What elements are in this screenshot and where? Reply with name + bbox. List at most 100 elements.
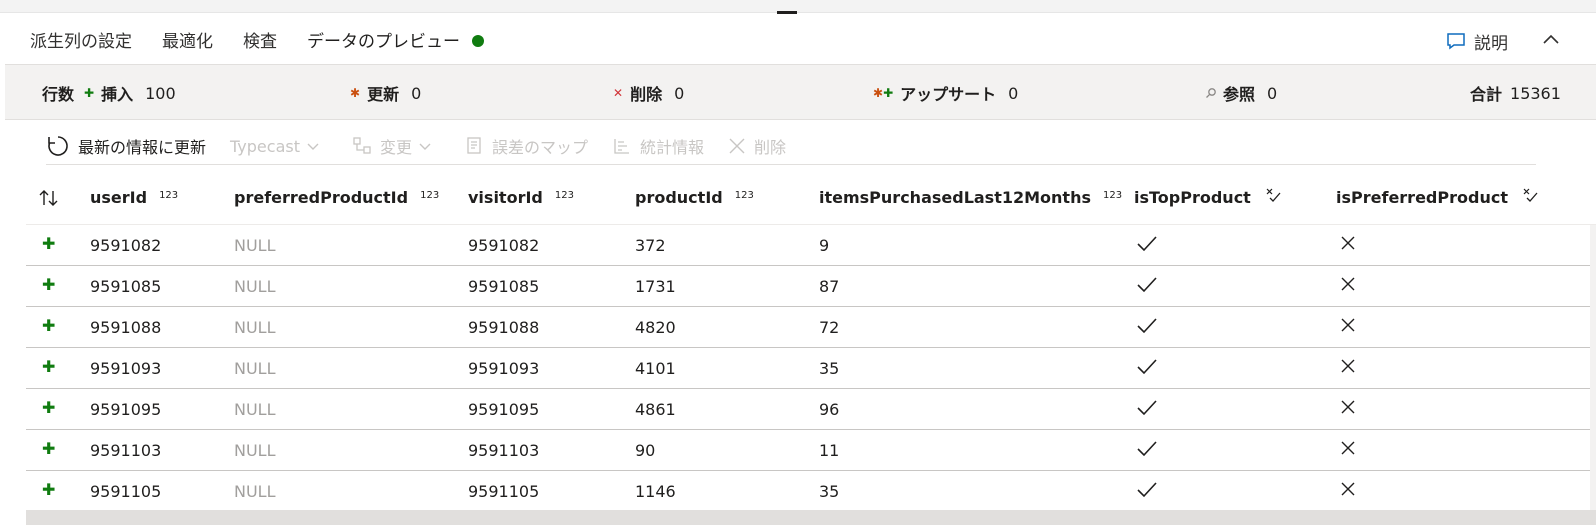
x-icon: ✕ <box>613 86 624 100</box>
chevron-down-icon <box>419 143 431 150</box>
plus-icon: ✚ <box>84 86 95 100</box>
tab-derived-column-settings[interactable]: 派生列の設定 <box>30 28 132 64</box>
cell-productId: 4861 <box>635 400 676 419</box>
cell-visitorId: 9591105 <box>468 482 540 501</box>
column-header-preferredProductId[interactable]: preferredProductId 123 <box>234 188 439 207</box>
cell-preferredProductId: NULL <box>234 441 276 460</box>
tab-inspect[interactable]: 検査 <box>243 28 277 64</box>
cell-visitorId: 9591095 <box>468 400 540 419</box>
help-label: 説明 <box>1474 33 1508 54</box>
column-name: visitorId <box>468 188 543 207</box>
modify-icon <box>353 137 371 154</box>
chevron-down-icon <box>307 143 319 150</box>
cell-visitorId: 9591093 <box>468 359 540 378</box>
error-map-button[interactable]: 誤差のマップ <box>464 134 588 158</box>
table-row[interactable]: ✚ 9591082 NULL 9591082 372 9 <box>26 225 1596 266</box>
statistics-icon <box>614 139 630 154</box>
column-header-itemsPurchasedLast12Months[interactable]: itemsPurchasedLast12Months 123 <box>819 188 1122 207</box>
typecast-dropdown[interactable]: Typecast <box>230 137 328 156</box>
tab-label: 派生列の設定 <box>30 32 132 52</box>
column-header-isTopProduct[interactable]: isTopProduct <box>1134 188 1283 207</box>
check-icon <box>1137 482 1157 498</box>
boolean-type-icon <box>1523 188 1538 202</box>
cell-userId: 9591082 <box>90 236 162 255</box>
column-header-visitorId[interactable]: visitorId 123 <box>468 188 574 207</box>
insert-row-icon: ✚ <box>42 234 56 253</box>
resize-handle[interactable] <box>777 11 797 14</box>
stat-total: 合計 15361 <box>1470 81 1561 105</box>
integer-type-icon: 123 <box>554 190 574 201</box>
delete-label: 削除 <box>630 85 663 104</box>
cross-icon <box>1341 236 1355 250</box>
cell-userId: 9591085 <box>90 277 162 296</box>
table-row[interactable]: ✚ 9591103 NULL 9591103 90 11 <box>26 430 1596 471</box>
row-count-summary: 行数 ✚ 挿入 100 ✱ 更新 0 ✕ 削除 0 ✱✚ アップサート 0 参照… <box>5 64 1596 120</box>
chevron-up-icon[interactable] <box>1540 29 1562 51</box>
column-header-isPreferredProduct[interactable]: isPreferredProduct <box>1336 188 1540 207</box>
insert-row-icon: ✚ <box>42 398 56 417</box>
upsert-label: アップサート <box>900 85 997 104</box>
cell-productId: 1731 <box>635 277 676 296</box>
cell-userId: 9591103 <box>90 441 162 460</box>
cross-icon <box>1341 441 1355 455</box>
cross-icon <box>1341 400 1355 414</box>
integer-type-icon: 123 <box>734 190 754 201</box>
table-row[interactable]: ✚ 9591088 NULL 9591088 4820 72 <box>26 307 1596 348</box>
cell-userId: 9591105 <box>90 482 162 501</box>
check-icon <box>1137 277 1157 293</box>
cell-preferredProductId: NULL <box>234 400 276 419</box>
search-icon <box>1206 88 1216 98</box>
modify-label: 変更 <box>379 138 412 157</box>
column-name: userId <box>90 188 148 207</box>
cell-visitorId: 9591088 <box>468 318 540 337</box>
cell-preferredProductId: NULL <box>234 482 276 501</box>
help-button[interactable]: 説明 <box>1446 28 1508 54</box>
table-row[interactable]: ✚ 9591093 NULL 9591093 4101 35 <box>26 348 1596 389</box>
modify-dropdown[interactable]: 変更 <box>352 134 440 158</box>
sort-icon[interactable] <box>38 188 60 208</box>
cell-productId: 372 <box>635 236 666 255</box>
upsert-count: 0 <box>1008 83 1019 103</box>
insert-row-icon: ✚ <box>42 480 56 499</box>
tab-optimize[interactable]: 最適化 <box>162 28 213 64</box>
check-icon <box>1137 400 1157 416</box>
top-strip <box>0 0 1596 13</box>
vertical-scrollbar[interactable] <box>1590 225 1596 510</box>
table-row[interactable]: ✚ 9591105 NULL 9591105 1146 35 <box>26 471 1596 511</box>
update-label: 更新 <box>367 85 400 104</box>
data-preview-table: userId 123 preferredProductId 123 visitorI… <box>26 172 1596 511</box>
tab-label: 検査 <box>243 32 277 52</box>
cross-icon <box>1341 359 1355 373</box>
stat-upsert: ✱✚ アップサート 0 <box>873 81 1018 105</box>
total-label: 合計 <box>1470 85 1503 104</box>
cell-preferredProductId: NULL <box>234 318 276 337</box>
insert-row-icon: ✚ <box>42 316 56 335</box>
cell-visitorId: 9591103 <box>468 441 540 460</box>
horizontal-scrollbar[interactable] <box>26 510 1596 525</box>
statistics-button[interactable]: 統計情報 <box>612 134 704 158</box>
lookup-label: 参照 <box>1223 85 1256 104</box>
tab-data-preview[interactable]: データのプレビュー <box>307 28 488 72</box>
upsert-icon: ✱✚ <box>873 86 894 100</box>
cell-itemsPurchased: 9 <box>819 236 830 255</box>
column-header-productId[interactable]: productId 123 <box>635 188 754 207</box>
column-header-userId[interactable]: userId 123 <box>90 188 178 207</box>
integer-type-icon: 123 <box>159 190 179 201</box>
refresh-button[interactable]: 最新の情報に更新 <box>46 134 206 158</box>
column-name: itemsPurchasedLast12Months <box>819 188 1091 207</box>
preview-toolbar: 最新の情報に更新 Typecast 変更 誤差のマップ 統計情報 削除 <box>46 128 1536 165</box>
cell-userId: 9591088 <box>90 318 162 337</box>
tab-label: データのプレビュー <box>307 32 460 52</box>
table-row[interactable]: ✚ 9591095 NULL 9591095 4861 96 <box>26 389 1596 430</box>
delete-count: 0 <box>674 83 685 103</box>
close-icon <box>729 138 745 154</box>
cell-productId: 1146 <box>635 482 676 501</box>
lookup-count: 0 <box>1267 83 1278 103</box>
remove-button[interactable]: 削除 <box>728 134 786 158</box>
statistics-label: 統計情報 <box>640 138 705 157</box>
cell-productId: 4101 <box>635 359 676 378</box>
integer-type-icon: 123 <box>420 190 440 201</box>
table-row[interactable]: ✚ 9591085 NULL 9591085 1731 87 <box>26 266 1596 307</box>
cell-visitorId: 9591082 <box>468 236 540 255</box>
status-dot-icon <box>472 35 484 47</box>
